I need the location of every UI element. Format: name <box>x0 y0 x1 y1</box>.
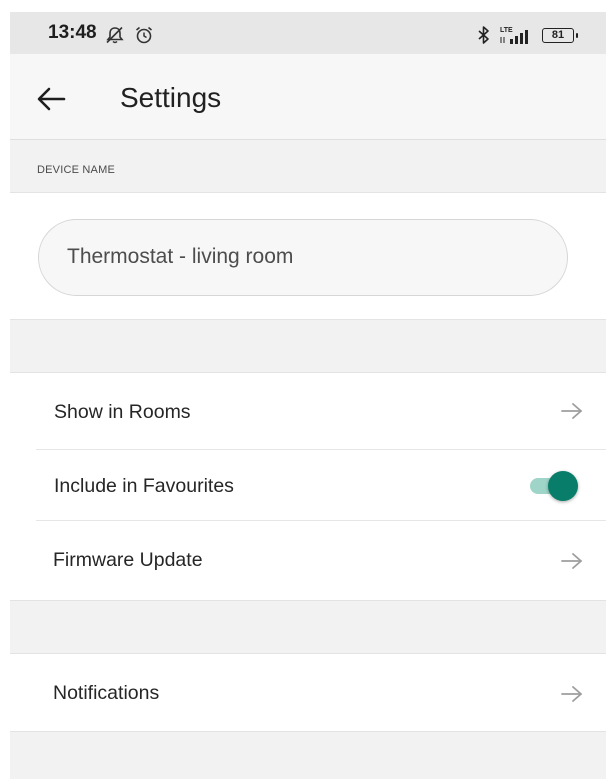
list-item-label: Firmware Update <box>53 549 203 571</box>
status-time: 13:48 <box>48 22 97 43</box>
list-item-label: Include in Favourites <box>54 475 234 497</box>
settings-list: Show in Rooms Include in Favourites Firm… <box>10 372 606 601</box>
app-bar: Settings <box>10 54 606 140</box>
arrow-forward-icon <box>561 403 582 419</box>
favourites-toggle[interactable] <box>530 471 578 501</box>
arrow-forward-icon <box>561 553 582 569</box>
list-item-firmware-update[interactable]: Firmware Update <box>10 521 606 601</box>
list-item-label: Show in Rooms <box>54 401 191 423</box>
notifications-list: Notifications <box>10 653 606 732</box>
arrow-back-icon <box>37 87 66 111</box>
section-header-device-name: DEVICE NAME <box>10 150 606 193</box>
app-screen: 13:48 LTE 81 Settings DEVICE NAME Thermo… <box>10 12 606 779</box>
device-name-input[interactable]: Thermostat - living room <box>38 219 568 296</box>
alarm-icon <box>135 26 153 44</box>
device-name-value: Thermostat - living room <box>67 245 294 268</box>
arrow-forward-icon <box>561 686 582 702</box>
section-header-label: DEVICE NAME <box>37 164 115 176</box>
status-bar: 13:48 LTE 81 <box>10 12 606 54</box>
signal-icon: LTE <box>500 27 528 44</box>
list-item-include-in-favourites[interactable]: Include in Favourites <box>10 450 606 520</box>
bluetooth-icon <box>478 26 489 44</box>
list-item-label: Notifications <box>53 682 160 704</box>
list-item-show-in-rooms[interactable]: Show in Rooms <box>10 373 606 449</box>
network-type-label: LTE <box>500 27 513 34</box>
device-name-card: Thermostat - living room <box>10 193 606 320</box>
page-title: Settings <box>120 82 222 113</box>
notifications-off-icon <box>106 26 124 44</box>
toggle-thumb <box>548 471 578 501</box>
list-item-notifications[interactable]: Notifications <box>10 654 606 731</box>
back-button[interactable] <box>32 82 72 116</box>
battery-icon: 81 <box>542 28 578 43</box>
